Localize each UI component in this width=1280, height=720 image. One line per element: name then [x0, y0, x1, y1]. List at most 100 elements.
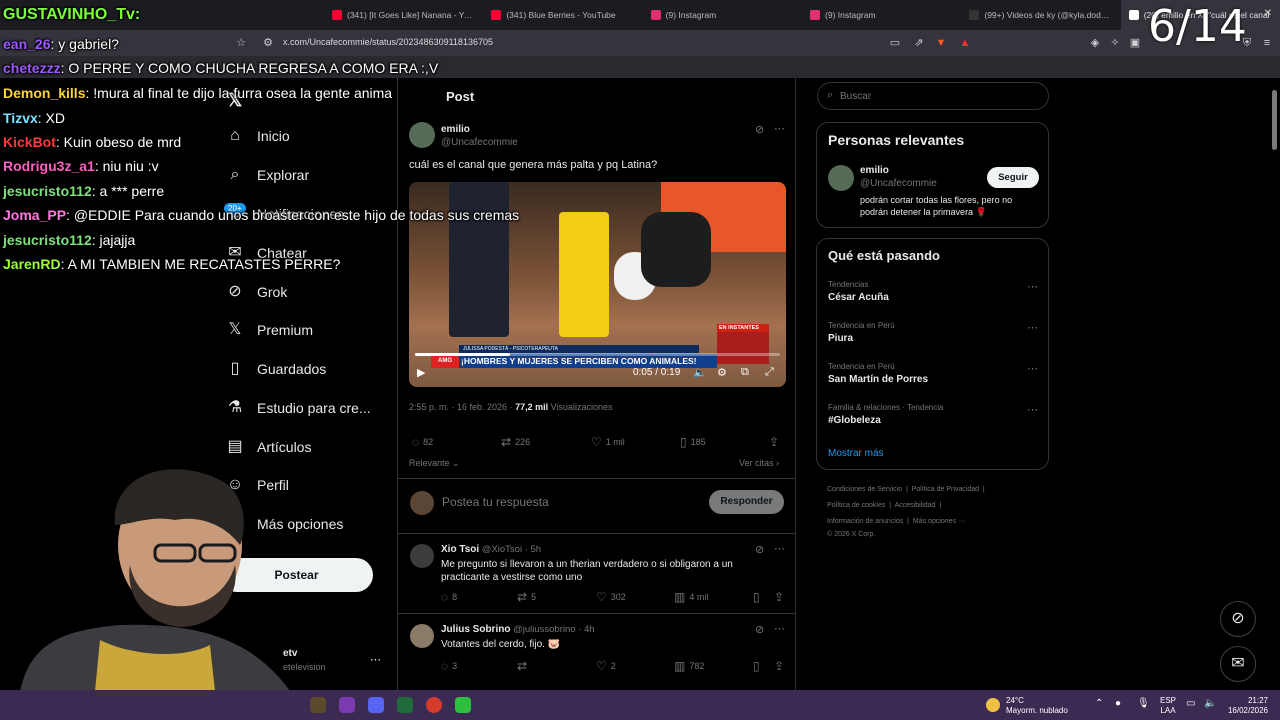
footer-link[interactable]: Política de cookies — [827, 502, 885, 509]
volume-icon[interactable]: 🔈 — [1204, 699, 1216, 709]
nav-item-explorar[interactable]: ⌕ Explorar — [225, 160, 310, 190]
browser-tab[interactable]: (341) Blue Berries - YouTube — [483, 0, 642, 30]
grok-icon[interactable]: ⊘ — [755, 543, 764, 556]
url-field[interactable]: x.com/Uncafecommie/status/20234863091181… — [283, 37, 493, 47]
terminal-icon[interactable] — [397, 697, 413, 713]
clock[interactable]: 21:27 16/02/2026 — [1226, 696, 1268, 716]
bookmark-icon[interactable]: ☆ — [234, 36, 248, 50]
follow-button[interactable]: Seguir — [987, 167, 1039, 188]
reply-button[interactable]: Responder — [709, 490, 784, 514]
grok-icon[interactable]: ⊘ — [755, 123, 764, 136]
app-icon[interactable] — [339, 697, 355, 713]
more-icon[interactable]: ⋯ — [774, 122, 785, 135]
like-action[interactable]: ♡ 302 — [596, 590, 626, 604]
bookmark-action[interactable]: ▯ 185 — [680, 435, 706, 449]
repost-action[interactable]: ⇄ 5 — [517, 590, 536, 604]
video-progress-track[interactable] — [415, 353, 780, 356]
user-name[interactable]: emilio — [860, 165, 889, 176]
discord-icon[interactable] — [368, 697, 384, 713]
more-icon[interactable]: ⋯ — [774, 622, 785, 635]
tray-app-icon[interactable]: ● — [1115, 699, 1121, 709]
trend-item[interactable]: Tendencia en Perú San Martín de Porres ⋯ — [828, 362, 1038, 385]
sidebar-icon[interactable]: ▣ — [1128, 36, 1142, 50]
search-box[interactable]: ⌕ Buscar — [817, 82, 1049, 110]
share-action[interactable]: ⇪ — [774, 590, 788, 604]
reply-action[interactable]: ◌ 82 — [412, 435, 433, 449]
tweet-author-handle[interactable]: @Uncafecommie — [441, 137, 518, 148]
more-icon[interactable]: ⋯ — [1027, 362, 1038, 375]
messages-float-button[interactable]: ✉ — [1220, 646, 1256, 682]
view-quotes-link[interactable]: Ver citas › — [739, 458, 779, 468]
footer-link[interactable]: Política de Privacidad — [912, 486, 979, 493]
repost-action[interactable]: ⇄ — [517, 659, 531, 673]
repost-action[interactable]: ⇄ 226 — [501, 435, 530, 449]
extension-icon[interactable]: ◈ — [1088, 36, 1102, 50]
settings-icon[interactable]: ⚙ — [717, 366, 727, 379]
network-icon[interactable]: ▭ — [1186, 699, 1195, 709]
app-icon[interactable] — [310, 697, 326, 713]
share-action[interactable]: ⇪ — [769, 435, 783, 449]
reply-item[interactable]: Xio Tsoi @XioTsoi · 5h ⊘ ⋯ Me pregunto s… — [398, 533, 795, 613]
bookmark-action[interactable]: ▯ — [753, 590, 764, 604]
nav-item-premium[interactable]: 𝕏 Premium — [225, 315, 313, 345]
rewards-icon[interactable]: ▲ — [958, 36, 972, 50]
volume-icon[interactable]: 🔈 — [693, 366, 707, 379]
grok-icon[interactable]: ⊘ — [755, 623, 764, 636]
site-settings-icon[interactable]: ⚙ — [261, 36, 275, 50]
nav-item-grok[interactable]: ⊘ Grok — [225, 277, 287, 307]
more-icon[interactable]: ⋯ — [774, 542, 785, 555]
browser-tab[interactable]: (341) [It Goes Like] Nanana - YouTube — [324, 0, 483, 30]
reply-action[interactable]: ◌ 8 — [441, 590, 457, 604]
more-icon[interactable]: ⋯ — [1027, 321, 1038, 334]
avatar[interactable] — [410, 544, 434, 568]
footer-link[interactable]: Más opciones ··· — [913, 518, 965, 525]
nav-item-guardados[interactable]: ▯ Guardados — [225, 354, 327, 384]
footer-link[interactable]: Información de anuncios — [827, 518, 903, 525]
browser-tab[interactable]: (99+) Videos de ky (@kyla.dodds) con — [961, 0, 1120, 30]
reply-action[interactable]: ◌ 3 — [441, 659, 457, 673]
pip-icon[interactable]: ⧉ — [741, 366, 749, 379]
more-icon[interactable]: ⋯ — [1027, 403, 1038, 416]
show-more-link[interactable]: Mostrar más — [828, 448, 884, 459]
play-icon[interactable]: ▶ — [417, 366, 425, 379]
screen-icon[interactable]: ▭ — [888, 36, 902, 50]
tweet-author-name[interactable]: emilio — [441, 124, 470, 135]
browser-icon[interactable] — [426, 697, 442, 713]
avatar[interactable] — [409, 122, 435, 148]
account-more-icon[interactable]: ⋯ — [370, 653, 381, 666]
weather-icon[interactable] — [986, 698, 1000, 712]
close-tab-icon[interactable]: ✕ — [1264, 8, 1272, 19]
nav-item-inicio[interactable]: ⌂ Inicio — [225, 121, 290, 151]
tray-chevron-icon[interactable]: ⌃ — [1095, 699, 1103, 709]
kick-icon[interactable] — [455, 697, 471, 713]
search-input[interactable]: Buscar — [840, 91, 871, 102]
reply-item[interactable]: Julius Sobrino @juliussobrino · 4h ⊘ ⋯ V… — [398, 613, 795, 690]
reply-input[interactable]: Postea tu respuesta — [442, 495, 549, 509]
like-action[interactable]: ♡ 1 mil — [591, 435, 625, 449]
puzzle-icon[interactable]: ✧ — [1108, 36, 1122, 50]
trend-item[interactable]: Tendencias César Acuña ⋯ — [828, 280, 1038, 303]
fullscreen-icon[interactable]: ⤢ — [765, 366, 774, 379]
trend-item[interactable]: Tendencia en Perú Piura ⋯ — [828, 321, 1038, 344]
browser-tab[interactable]: (9) Instagram — [643, 0, 802, 30]
views-action[interactable]: ▥ 782 — [674, 659, 704, 673]
language-indicator[interactable]: ESP LAA — [1160, 696, 1176, 716]
bookmark-action[interactable]: ▯ — [753, 659, 764, 673]
like-action[interactable]: ♡ 2 — [596, 659, 616, 673]
microphone-icon[interactable]: 🎙 — [1137, 699, 1150, 709]
footer-link[interactable]: Accesibilidad — [895, 502, 936, 509]
trend-item[interactable]: Familia & relaciones · Tendencia #Globele… — [828, 403, 1038, 426]
menu-icon[interactable]: ≡ — [1260, 36, 1274, 50]
weather-widget[interactable]: 24°C Mayorm. nublado — [1006, 696, 1068, 716]
share-icon[interactable]: ⇗ — [912, 36, 926, 50]
scrollbar-thumb[interactable] — [1272, 90, 1277, 150]
avatar[interactable] — [410, 624, 434, 648]
brave-icon[interactable]: ▼ — [934, 36, 948, 50]
more-icon[interactable]: ⋯ — [1027, 280, 1038, 293]
nav-item-estudio[interactable]: ⚗ Estudio para cre... — [225, 393, 371, 423]
footer-link[interactable]: Condiciones de Servicio — [827, 486, 902, 493]
sort-replies[interactable]: Relevante ⌄ — [409, 458, 460, 469]
grok-float-button[interactable]: ⊘ — [1220, 601, 1256, 637]
views-action[interactable]: ▥ 4 mil — [674, 590, 708, 604]
browser-tab[interactable]: (9) Instagram — [802, 0, 961, 30]
